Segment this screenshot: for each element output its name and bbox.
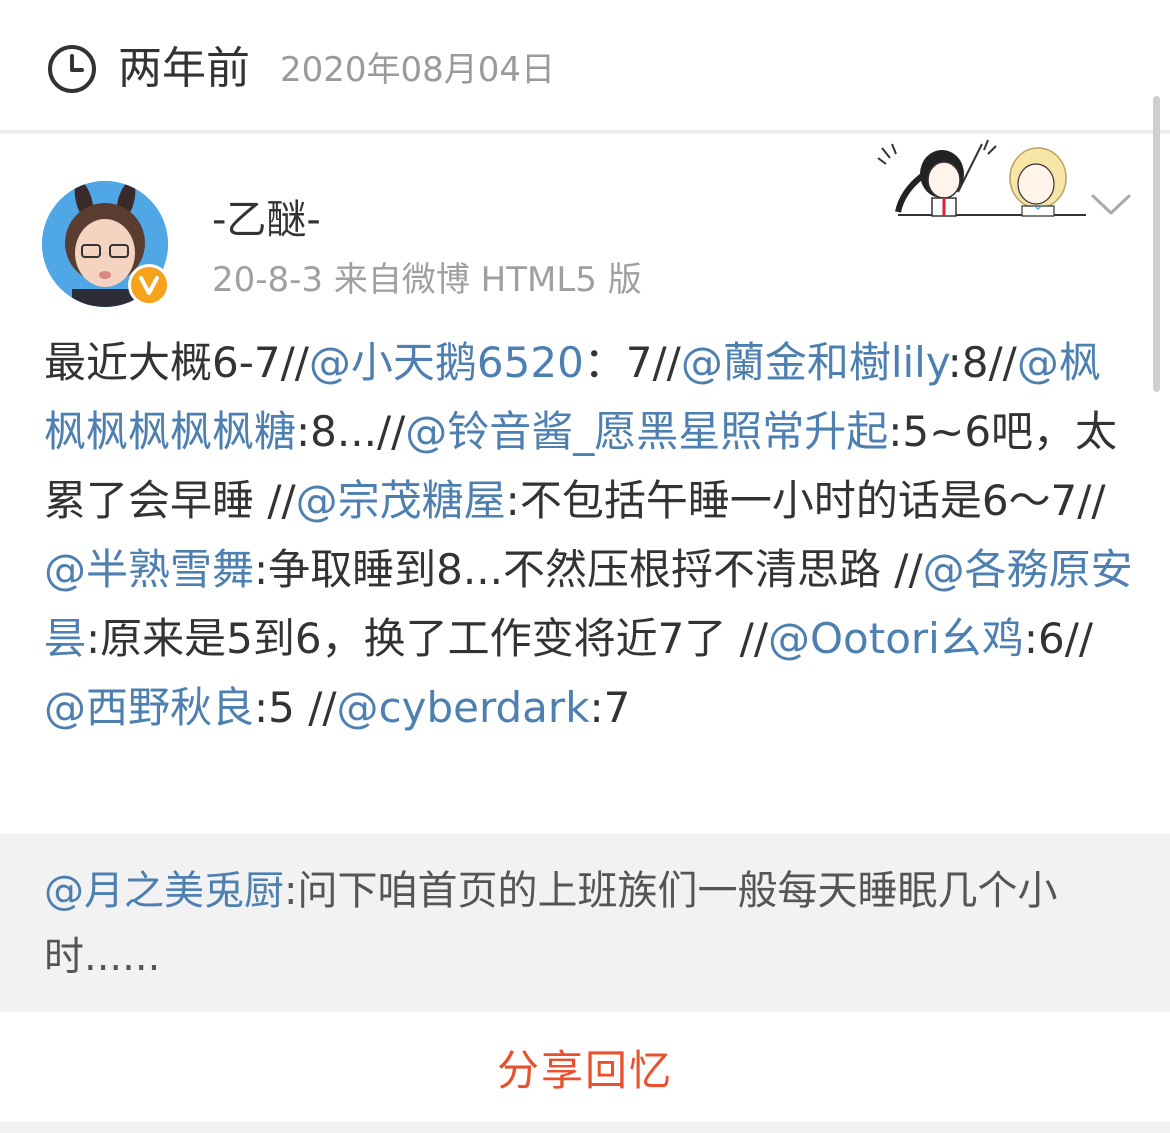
post-text-segment: :8...// — [296, 407, 406, 456]
mention-link[interactable]: @cyberdark — [337, 683, 590, 732]
clock-icon — [48, 45, 96, 93]
mention-link[interactable]: @Ootori幺鸡 — [768, 614, 1024, 663]
username[interactable]: -乙醚- — [212, 192, 321, 248]
post-meta: 20-8-3 来自微博 HTML5 版 — [212, 260, 642, 300]
mention-link[interactable]: @宗茂糖屋 — [296, 476, 506, 525]
original-post-quote[interactable]: @月之美兎厨:问下咱首页的上班族们一般每天睡眠几个小时...... — [0, 834, 1170, 1012]
chevron-down-icon[interactable] — [1090, 192, 1132, 218]
post-text: 最近大概6-7//@小天鹅6520：7//@蘭金和樹lily:8//@枫枫枫枫枫… — [44, 328, 1134, 742]
scrollbar[interactable] — [1153, 96, 1160, 392]
mention-link[interactable]: @小天鹅6520 — [309, 338, 584, 387]
post-text-segment: :不包括午睡一小时的话是6～7// — [505, 476, 1106, 525]
quote-mention[interactable]: @月之美兎厨 — [44, 868, 284, 914]
verified-badge-icon — [128, 264, 170, 306]
weibo-post-card: -乙醚- 20-8-3 来自微博 HTML5 版 最近大概6-7//@小天鹅65… — [0, 134, 1170, 834]
mention-link[interactable]: @半熟雪舞 — [44, 545, 254, 594]
mention-link[interactable]: @西野秋良 — [44, 683, 254, 732]
quote-text: @月之美兎厨:问下咱首页的上班族们一般每天睡眠几个小时...... — [44, 858, 1124, 990]
post-date: 2020年08月04日 — [280, 50, 556, 90]
mention-link[interactable]: @蘭金和樹lily — [681, 338, 948, 387]
share-memory-button[interactable]: 分享回忆 — [0, 1012, 1170, 1122]
post-text-segment: :6// — [1023, 614, 1094, 663]
post-text-segment: 最近大概6-7// — [44, 338, 309, 387]
post-text-segment: :争取睡到8...不然压根捋不清思路 // — [254, 545, 923, 594]
relative-time: 两年前 — [118, 43, 250, 94]
post-text-segment: ：7// — [583, 338, 681, 387]
post-text-segment: :7 — [589, 683, 631, 732]
post-text-segment: :5 // — [254, 683, 337, 732]
memory-header: 两年前 2020年08月04日 — [0, 0, 1170, 132]
post-text-segment: :8// — [947, 338, 1017, 387]
share-memory-label: 分享回忆 — [496, 1045, 673, 1095]
post-text-segment: :原来是5到6，换了工作变将近7了 // — [86, 614, 768, 663]
cartoon-sticker-icon — [877, 139, 1086, 217]
mention-link[interactable]: @铃音酱_愿黑星照常升起 — [405, 407, 888, 456]
